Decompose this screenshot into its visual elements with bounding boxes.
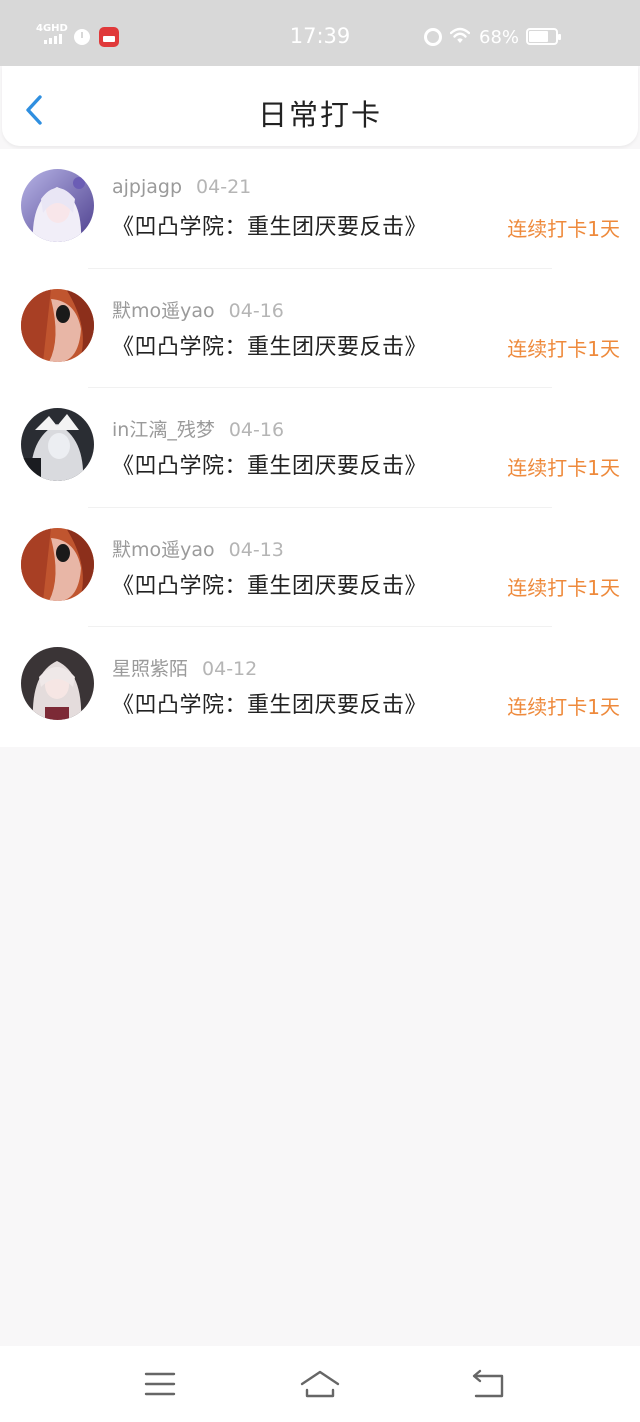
username[interactable]: 默mo遥yao <box>112 300 215 322</box>
streak-label: 连续打卡1天 <box>507 217 620 241</box>
book-title[interactable]: 《凹凸学院：重生团厌要反击》 <box>112 448 427 480</box>
menu-icon[interactable] <box>140 1366 180 1402</box>
list-item[interactable]: 星照紫陌 04-12 《凹凸学院：重生团厌要反击》 连续打卡1天 <box>0 627 640 747</box>
book-title[interactable]: 《凹凸学院：重生团厌要反击》 <box>112 329 427 361</box>
streak-label: 连续打卡1天 <box>507 336 620 361</box>
entry-date: 04-16 <box>228 299 284 322</box>
page-title: 日常打卡 <box>257 98 382 132</box>
return-icon[interactable] <box>468 1366 508 1402</box>
entry-meta: in江漓_残梦 04-16 <box>112 415 284 442</box>
wifi-icon <box>450 27 470 43</box>
list-item[interactable]: 默mo遥yao 04-16 《凹凸学院：重生团厌要反击》 连续打卡1天 <box>0 269 640 388</box>
status-bar: 4GHD 17:39 68% <box>0 0 640 66</box>
battery-icon <box>526 28 561 45</box>
entry-meta: 星照紫陌 04-12 <box>112 654 257 681</box>
entry-meta: ajpjagp 04-21 <box>112 176 251 198</box>
book-title[interactable]: 《凹凸学院：重生团厌要反击》 <box>112 687 427 719</box>
entry-date: 04-16 <box>228 419 285 441</box>
entry-date: 04-12 <box>202 658 258 680</box>
list-item[interactable]: in江漓_残梦 04-16 《凹凸学院：重生团厌要反击》 连续打卡1天 <box>0 388 640 508</box>
battery-percentage: 68% <box>479 27 520 48</box>
avatar[interactable] <box>21 288 94 362</box>
book-title[interactable]: 《凹凸学院：重生团厌要反击》 <box>112 568 427 600</box>
avatar[interactable] <box>21 408 94 481</box>
system-nav-bar <box>0 1346 640 1422</box>
avatar[interactable] <box>21 527 94 601</box>
list-item[interactable]: ajpjagp 04-21 《凹凸学院：重生团厌要反击》 连续打卡1天 <box>0 149 640 269</box>
username[interactable]: in江漓_残梦 <box>112 419 215 441</box>
book-title[interactable]: 《凹凸学院：重生团厌要反击》 <box>112 209 427 241</box>
list-item[interactable]: 默mo遥yao 04-13 《凹凸学院：重生团厌要反击》 连续打卡1天 <box>0 508 640 627</box>
entry-meta: 默mo遥yao 04-13 <box>112 535 284 562</box>
avatar[interactable] <box>21 647 94 720</box>
streak-label: 连续打卡1天 <box>507 695 620 719</box>
home-icon[interactable] <box>300 1366 340 1402</box>
checkin-list: ajpjagp 04-21 《凹凸学院：重生团厌要反击》 连续打卡1天 默mo遥y… <box>0 149 640 747</box>
entry-date: 04-13 <box>228 538 284 561</box>
streak-label: 连续打卡1天 <box>507 575 620 600</box>
username[interactable]: ajpjagp <box>112 176 182 198</box>
username[interactable]: 默mo遥yao <box>112 539 215 561</box>
alarm-icon <box>424 28 442 46</box>
streak-label: 连续打卡1天 <box>507 456 620 480</box>
entry-meta: 默mo遥yao 04-16 <box>112 296 284 323</box>
entry-date: 04-21 <box>196 176 252 198</box>
username[interactable]: 星照紫陌 <box>112 658 188 680</box>
avatar[interactable] <box>21 169 94 242</box>
header: 日常打卡 <box>2 66 638 146</box>
